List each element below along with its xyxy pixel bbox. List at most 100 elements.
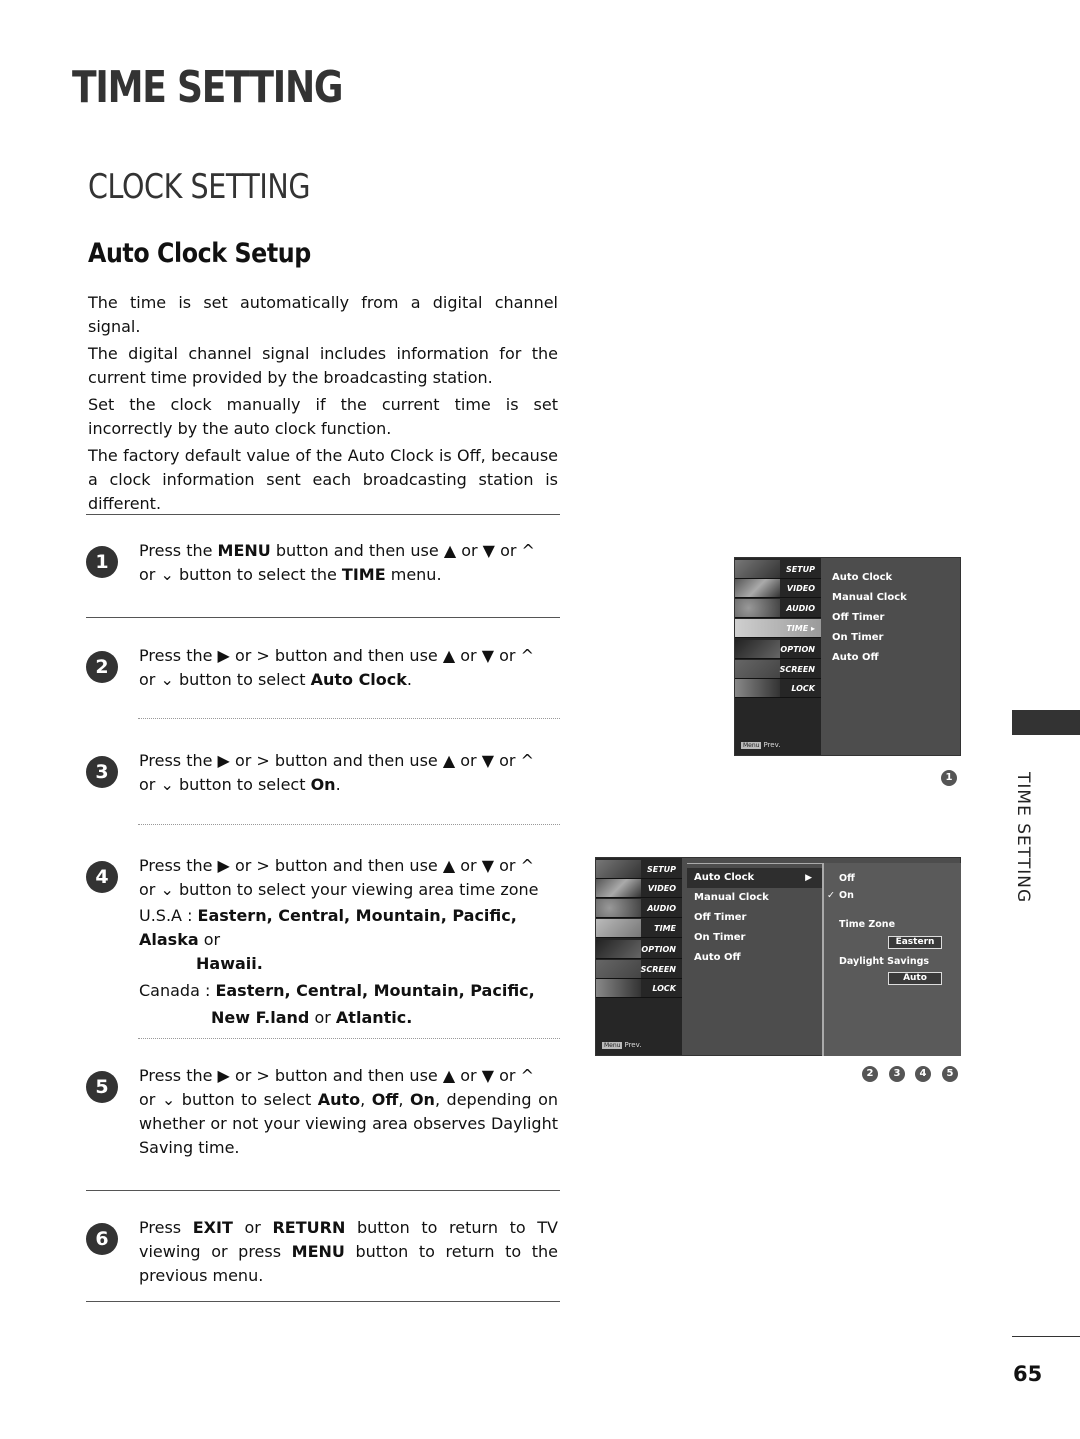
usa-time-zones: U.S.A : Eastern, Central, Mountain, Paci… — [139, 906, 517, 949]
submenu-arrow-icon: ▶ — [805, 873, 812, 883]
tv-sidebar-item-setup[interactable]: SETUP — [735, 560, 821, 579]
right-caret-icon: > — [256, 1066, 270, 1085]
page-title: TIME SETTING — [72, 62, 344, 113]
canada-time-zones: Canada : Eastern, Central, Mountain, Pac… — [139, 981, 535, 1000]
right-arrow-icon: ▶ — [217, 856, 230, 875]
down-arrow-icon: ▼ — [481, 1066, 495, 1085]
up-caret-icon: ^ — [520, 751, 534, 770]
side-tab-label: TIME SETTING — [1013, 772, 1033, 904]
intro-paragraph: The digital channel signal includes info… — [88, 344, 558, 387]
intro-paragraph: The factory default value of the Auto Cl… — [88, 446, 558, 513]
step-text: Press EXIT or RETURN button to return to… — [139, 1218, 559, 1285]
tv-sidebar-item-screen[interactable]: SCREEN — [596, 960, 682, 979]
target-label: TIME — [341, 565, 386, 584]
up-arrow-icon: ▲ — [443, 541, 457, 560]
tv-sidebar-item-option[interactable]: OPTION — [735, 640, 821, 659]
tv-sidebar-item-lock[interactable]: LOCK — [596, 979, 682, 998]
divider — [86, 617, 560, 618]
step-number-badge: 4 — [86, 861, 118, 893]
divider — [86, 514, 560, 515]
tv-sidebar-item-video[interactable]: VIDEO — [735, 579, 821, 598]
usa-time-zones-cont: Hawaii. — [196, 954, 263, 973]
subsection-title: Auto Clock Setup — [88, 238, 311, 269]
check-icon: ✓ — [827, 890, 835, 901]
screen-step-badge: 3 — [889, 1066, 905, 1082]
daylight-savings-label: Daylight Savings — [839, 956, 930, 967]
divider — [86, 1301, 560, 1302]
tv-menu-item[interactable]: Off Timer — [687, 908, 822, 928]
page-number: 65 — [1013, 1362, 1043, 1386]
tv-menu-item[interactable]: On Timer — [832, 628, 907, 648]
up-arrow-icon: ▲ — [442, 646, 456, 665]
intro-paragraph: Set the clock manually if the current ti… — [88, 395, 558, 438]
up-arrow-icon: ▲ — [442, 856, 456, 875]
tv-menu-item[interactable]: Auto Off — [687, 948, 822, 968]
tv-menu-item[interactable]: On Timer — [687, 928, 822, 948]
down-caret-icon: ⌄ — [161, 1090, 176, 1109]
tv-sidebar-item-lock[interactable]: LOCK — [735, 679, 821, 698]
canada-time-zones-cont: New F.land or Atlantic. — [211, 1008, 413, 1027]
tv-option-off[interactable]: Off — [839, 873, 855, 884]
tv-menu-item-highlighted[interactable]: Auto Clock ▶ — [687, 868, 822, 888]
side-tab-marker — [1012, 710, 1080, 735]
tv-menu-item[interactable]: Manual Clock — [832, 588, 907, 608]
down-caret-icon: ⌄ — [160, 670, 174, 689]
tv-sidebar: SETUP VIDEO AUDIO TIME OPTION SCREEN LOC… — [596, 858, 682, 1055]
tv-sidebar-item-audio[interactable]: AUDIO — [735, 599, 821, 618]
step-number-badge: 2 — [86, 651, 118, 683]
time-zone-select[interactable]: Eastern — [888, 936, 942, 949]
target-label: On — [310, 775, 336, 794]
up-arrow-icon: ▲ — [442, 1066, 456, 1085]
step-number-badge: 6 — [86, 1223, 118, 1255]
up-caret-icon: ^ — [520, 1066, 534, 1085]
tv-time-menu-list: Auto Clock Manual Clock Off Timer On Tim… — [832, 568, 907, 668]
tv-menu-item[interactable]: Manual Clock — [687, 888, 822, 908]
section-title: CLOCK SETTING — [88, 167, 311, 207]
page-number-rule — [1012, 1336, 1080, 1337]
right-arrow-icon: ▶ — [217, 646, 230, 665]
step-text: Press the ▶ or > button and then use ▲ o… — [139, 644, 558, 692]
step-number-badge: 5 — [86, 1071, 118, 1103]
up-caret-icon: ^ — [520, 646, 534, 665]
tv-sidebar-item-setup[interactable]: SETUP — [596, 860, 682, 879]
up-caret-icon: ^ — [521, 541, 535, 560]
menu-key-label: MENU — [217, 541, 271, 560]
tv-menu-screen-auto-clock: SETUP VIDEO AUDIO TIME OPTION SCREEN LOC… — [595, 857, 961, 1056]
screen-step-badge: 2 — [862, 1066, 878, 1082]
tv-sidebar-item-time[interactable]: TIME — [596, 919, 682, 938]
down-arrow-icon: ▼ — [481, 751, 495, 770]
divider-dotted — [138, 824, 560, 825]
tv-menu-item[interactable]: Off Timer — [832, 608, 907, 628]
screen-step-badge: 5 — [942, 1066, 958, 1082]
tv-menu-item[interactable]: Auto Clock — [832, 568, 907, 588]
tv-menu-top-border — [687, 863, 822, 864]
down-caret-icon: ⌄ — [160, 565, 174, 584]
daylight-savings-select[interactable]: Auto — [888, 972, 942, 985]
tv-option-on[interactable]: On — [839, 890, 854, 901]
target-label: Auto Clock — [310, 670, 407, 689]
step-text: Press the ▶ or > button and then use ▲ o… — [139, 1066, 559, 1157]
tv-sidebar-item-video[interactable]: VIDEO — [596, 879, 682, 898]
step-number-badge: 1 — [86, 546, 118, 578]
down-arrow-icon: ▼ — [482, 541, 495, 560]
tv-sidebar-item-time[interactable]: TIME ▸ — [735, 619, 821, 638]
screen-step-badge: 1 — [941, 770, 957, 786]
time-zone-label: Time Zone — [839, 919, 896, 930]
tv-sidebar-item-screen[interactable]: SCREEN — [735, 660, 821, 679]
divider-dotted — [138, 718, 560, 719]
intro-text: The time is set automatically from a dig… — [88, 291, 558, 519]
tv-auto-clock-submenu: Off ✓ On Time Zone Eastern Daylight Savi… — [822, 863, 961, 1056]
tv-sidebar: SETUP VIDEO AUDIO TIME ▸ OPTION SCREEN L… — [735, 558, 821, 755]
right-caret-icon: > — [256, 856, 270, 875]
step-number-badge: 3 — [86, 756, 118, 788]
divider — [86, 1190, 560, 1191]
step-text: Press the MENU button and then use ▲ or … — [139, 539, 558, 587]
tv-sidebar-item-option[interactable]: OPTION — [596, 940, 682, 959]
tv-menu-item[interactable]: Auto Off — [832, 648, 907, 668]
tv-sidebar-item-audio[interactable]: AUDIO — [596, 899, 682, 918]
screen-step-badge: 4 — [915, 1066, 931, 1082]
step-text: Press the ▶ or > button and then use ▲ o… — [139, 749, 558, 797]
right-arrow-icon: ▶ — [217, 751, 230, 770]
step-text: Press the ▶ or > button and then use ▲ o… — [139, 854, 558, 1030]
down-arrow-icon: ▼ — [481, 646, 495, 665]
